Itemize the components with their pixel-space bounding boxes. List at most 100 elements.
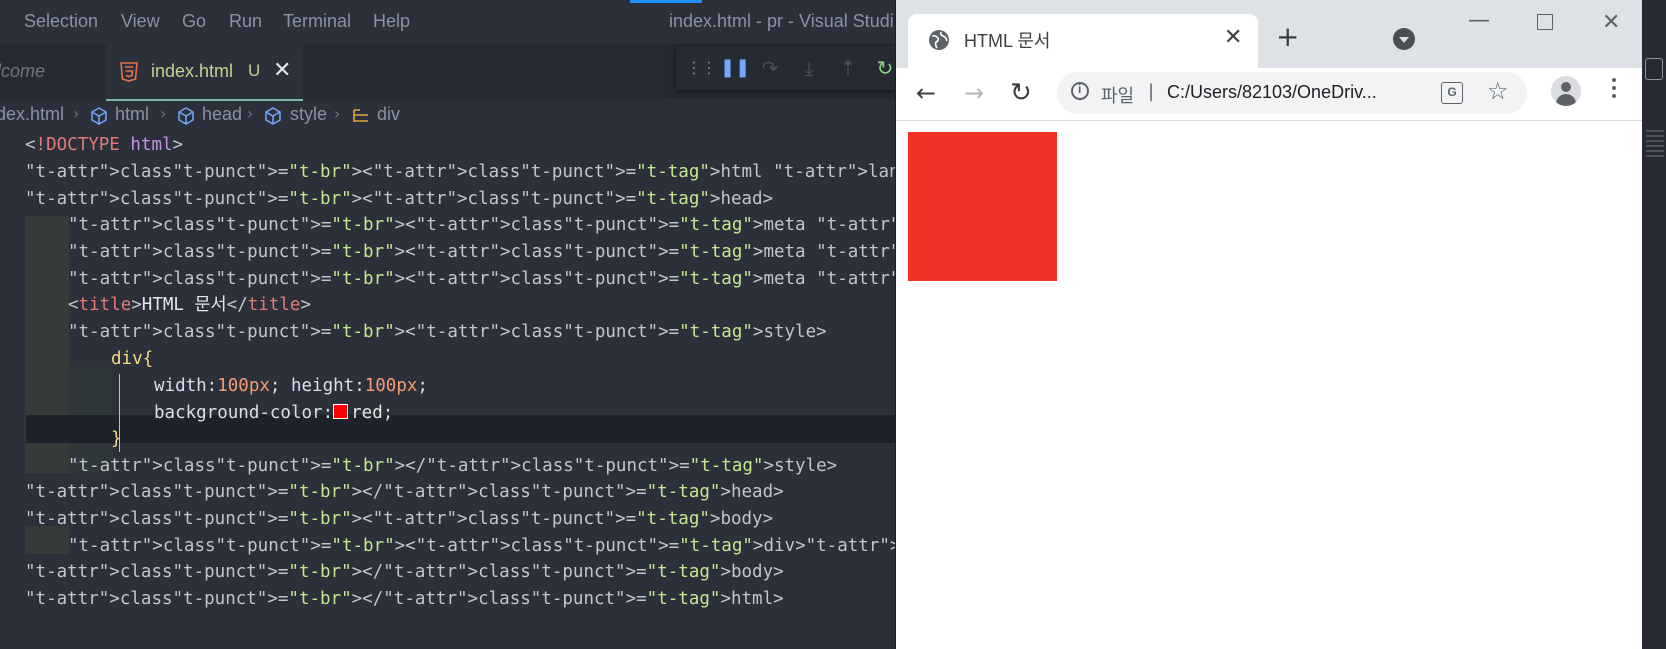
- code-line-9: div{: [111, 345, 153, 374]
- code-line-16: "t-attr">class"t-punct">="t-br"><"t-attr…: [68, 532, 895, 561]
- css-rule-icon: [353, 109, 368, 122]
- source-control-icon: [1645, 58, 1663, 80]
- drag-grip-icon[interactable]: ⋮⋮: [686, 56, 717, 80]
- code-text: "t-attr">class"t-punct">="t-br"></"t-att…: [25, 562, 784, 582]
- code-line-12: }: [111, 425, 122, 454]
- code-text: "t-attr">class"t-punct">="t-br"></"t-att…: [25, 589, 784, 609]
- code-text: "t-attr">class"t-punct">="t-br"></"t-att…: [68, 456, 838, 476]
- code-line-2: "t-attr">class"t-punct">="t-br"><"t-attr…: [25, 158, 895, 187]
- browser-toolbar: ← → ↻ 파일 | C:/Users/82103/OneDriv... G ☆: [896, 68, 1643, 121]
- code-text: <title>HTML 문서</title>: [68, 295, 311, 315]
- step-over-icon[interactable]: ↷: [758, 56, 782, 80]
- code-line-10: width:100px; height:100px;: [154, 372, 428, 401]
- breadcrumb-file[interactable]: dex.html: [0, 104, 64, 125]
- reload-icon[interactable]: ↻: [1010, 78, 1032, 108]
- code-line-13: "t-attr">class"t-punct">="t-br"></"t-att…: [68, 452, 837, 481]
- minimize-icon[interactable]: —: [1468, 8, 1490, 33]
- cube-icon: [178, 107, 194, 125]
- tab-welcome-label: lcome: [0, 61, 46, 81]
- address-bar[interactable]: 파일 | C:/Users/82103/OneDriv... G ☆: [1057, 72, 1527, 114]
- code-line-18: "t-attr">class"t-punct">="t-br"></"t-att…: [25, 585, 784, 614]
- profile-avatar-icon[interactable]: [1551, 76, 1581, 106]
- chevron-right-icon: ›: [247, 104, 254, 123]
- code-line-5: "t-attr">class"t-punct">="t-br"><"t-attr…: [68, 238, 895, 267]
- git-untracked-badge: U: [248, 61, 261, 80]
- background-window-edge: [1642, 0, 1666, 649]
- chrome-tab-strip: HTML 문서 ✕ + — ✕: [896, 0, 1643, 68]
- info-icon[interactable]: [1071, 82, 1089, 100]
- back-arrow-icon[interactable]: ←: [916, 78, 936, 108]
- debug-toolbar: ⋮⋮ ❚❚ ↷ ⤓ ⇡ ↻: [676, 46, 895, 90]
- code-text: "t-attr">class"t-punct">="t-br"><"t-attr…: [68, 269, 895, 289]
- restart-icon[interactable]: ↻: [873, 56, 895, 80]
- menu-terminal[interactable]: Terminal: [283, 11, 351, 32]
- rendered-red-div: [908, 132, 1057, 281]
- code-line-17: "t-attr">class"t-punct">="t-br"></"t-att…: [25, 558, 784, 587]
- tab-index-html[interactable]: index.html U ✕: [106, 44, 303, 101]
- breadcrumb-head[interactable]: head: [202, 104, 242, 125]
- maximize-icon[interactable]: [1537, 14, 1553, 30]
- tab-index-label: index.html: [151, 61, 234, 81]
- tab-search-icon[interactable]: [1393, 28, 1415, 50]
- code-line-1: <!DOCTYPE html>: [25, 135, 184, 155]
- code-line-7: <title>HTML 문서</title>: [68, 291, 311, 320]
- menu-go[interactable]: Go: [182, 11, 206, 32]
- code-text: div{: [111, 349, 154, 369]
- menu-help[interactable]: Help: [373, 11, 410, 32]
- cube-icon: [91, 107, 107, 125]
- globe-icon: [929, 30, 949, 50]
- menu-run[interactable]: Run: [229, 11, 262, 32]
- new-tab-plus-icon[interactable]: +: [1276, 22, 1299, 52]
- chrome-window: HTML 문서 ✕ + — ✕ ← → ↻ 파일 | C:/Users/8210…: [895, 0, 1643, 649]
- close-icon[interactable]: ✕: [273, 58, 291, 83]
- close-icon[interactable]: ✕: [1224, 25, 1242, 50]
- tab-welcome[interactable]: lcome: [0, 44, 100, 99]
- code-editor[interactable]: <!DOCTYPE html> "t-attr">class"t-punct">…: [0, 131, 895, 649]
- code-doctype: !DOCTYPE html>: [35, 135, 184, 155]
- page-viewport: [896, 121, 1643, 649]
- scheme-label: 파일: [1101, 86, 1135, 106]
- breadcrumb: dex.html › html › head › style › div: [0, 99, 895, 131]
- accent-bar: [630, 0, 702, 3]
- code-text: width:100px; height:100px;: [154, 376, 428, 396]
- code-line-3: "t-attr">class"t-punct">="t-br"><"t-attr…: [25, 185, 773, 214]
- browser-tab[interactable]: HTML 문서 ✕: [908, 14, 1258, 68]
- chevron-right-icon: ›: [334, 104, 341, 123]
- code-line-15: "t-attr">class"t-punct">="t-br"><"t-attr…: [25, 505, 773, 534]
- menu-bar: : Selection View Go Run Terminal Help in…: [0, 0, 895, 44]
- forward-arrow-icon[interactable]: →: [964, 78, 984, 108]
- window-title: index.html - pr - Visual Studi: [669, 11, 894, 31]
- menu-view[interactable]: View: [121, 11, 160, 32]
- code-line-8: "t-attr">class"t-punct">="t-br"><"t-attr…: [68, 318, 827, 347]
- minimap: [1646, 130, 1664, 160]
- chevron-right-icon: ›: [73, 104, 80, 123]
- code-text: "t-attr">class"t-punct">="t-br"><"t-attr…: [25, 509, 774, 529]
- step-into-icon[interactable]: ⤓: [797, 56, 821, 80]
- code-text: "t-attr">class"t-punct">="t-br"><"t-attr…: [68, 215, 895, 235]
- more-menu-icon[interactable]: [1612, 78, 1616, 102]
- breadcrumb-style[interactable]: style: [290, 104, 327, 125]
- code-text: "t-attr">class"t-punct">="t-br"></"t-att…: [25, 482, 784, 502]
- address-separator: |: [1148, 81, 1155, 102]
- cube-icon: [265, 107, 281, 125]
- code-line-4: "t-attr">class"t-punct">="t-br"><"t-attr…: [68, 211, 895, 240]
- menu-selection[interactable]: Selection: [24, 11, 98, 32]
- pause-icon[interactable]: ❚❚: [720, 56, 750, 80]
- code-text: "t-attr">class"t-punct">="t-br"><"t-attr…: [68, 242, 895, 262]
- html5-icon: [120, 62, 138, 82]
- code-text: "t-attr">class"t-punct">="t-br"><"t-attr…: [25, 189, 774, 209]
- window-close-icon[interactable]: ✕: [1602, 10, 1620, 35]
- breadcrumb-div[interactable]: div: [377, 104, 400, 125]
- code-text: "t-attr">class"t-punct">="t-br"><"t-attr…: [68, 322, 827, 342]
- bookmark-star-icon[interactable]: ☆: [1487, 77, 1509, 105]
- step-out-icon[interactable]: ⇡: [836, 56, 860, 80]
- chevron-right-icon: ›: [160, 104, 167, 123]
- code-text: }: [111, 429, 122, 449]
- color-swatch[interactable]: [333, 404, 349, 419]
- url-text[interactable]: C:/Users/82103/OneDriv...: [1167, 82, 1377, 103]
- code-text: "t-attr">class"t-punct">="t-br"><"t-attr…: [68, 536, 895, 556]
- breadcrumb-html[interactable]: html: [115, 104, 149, 125]
- browser-tab-title: HTML 문서: [964, 31, 1051, 51]
- translate-icon[interactable]: G: [1441, 82, 1463, 104]
- code-text: "t-attr">class"t-punct">="t-br"><"t-attr…: [25, 162, 895, 182]
